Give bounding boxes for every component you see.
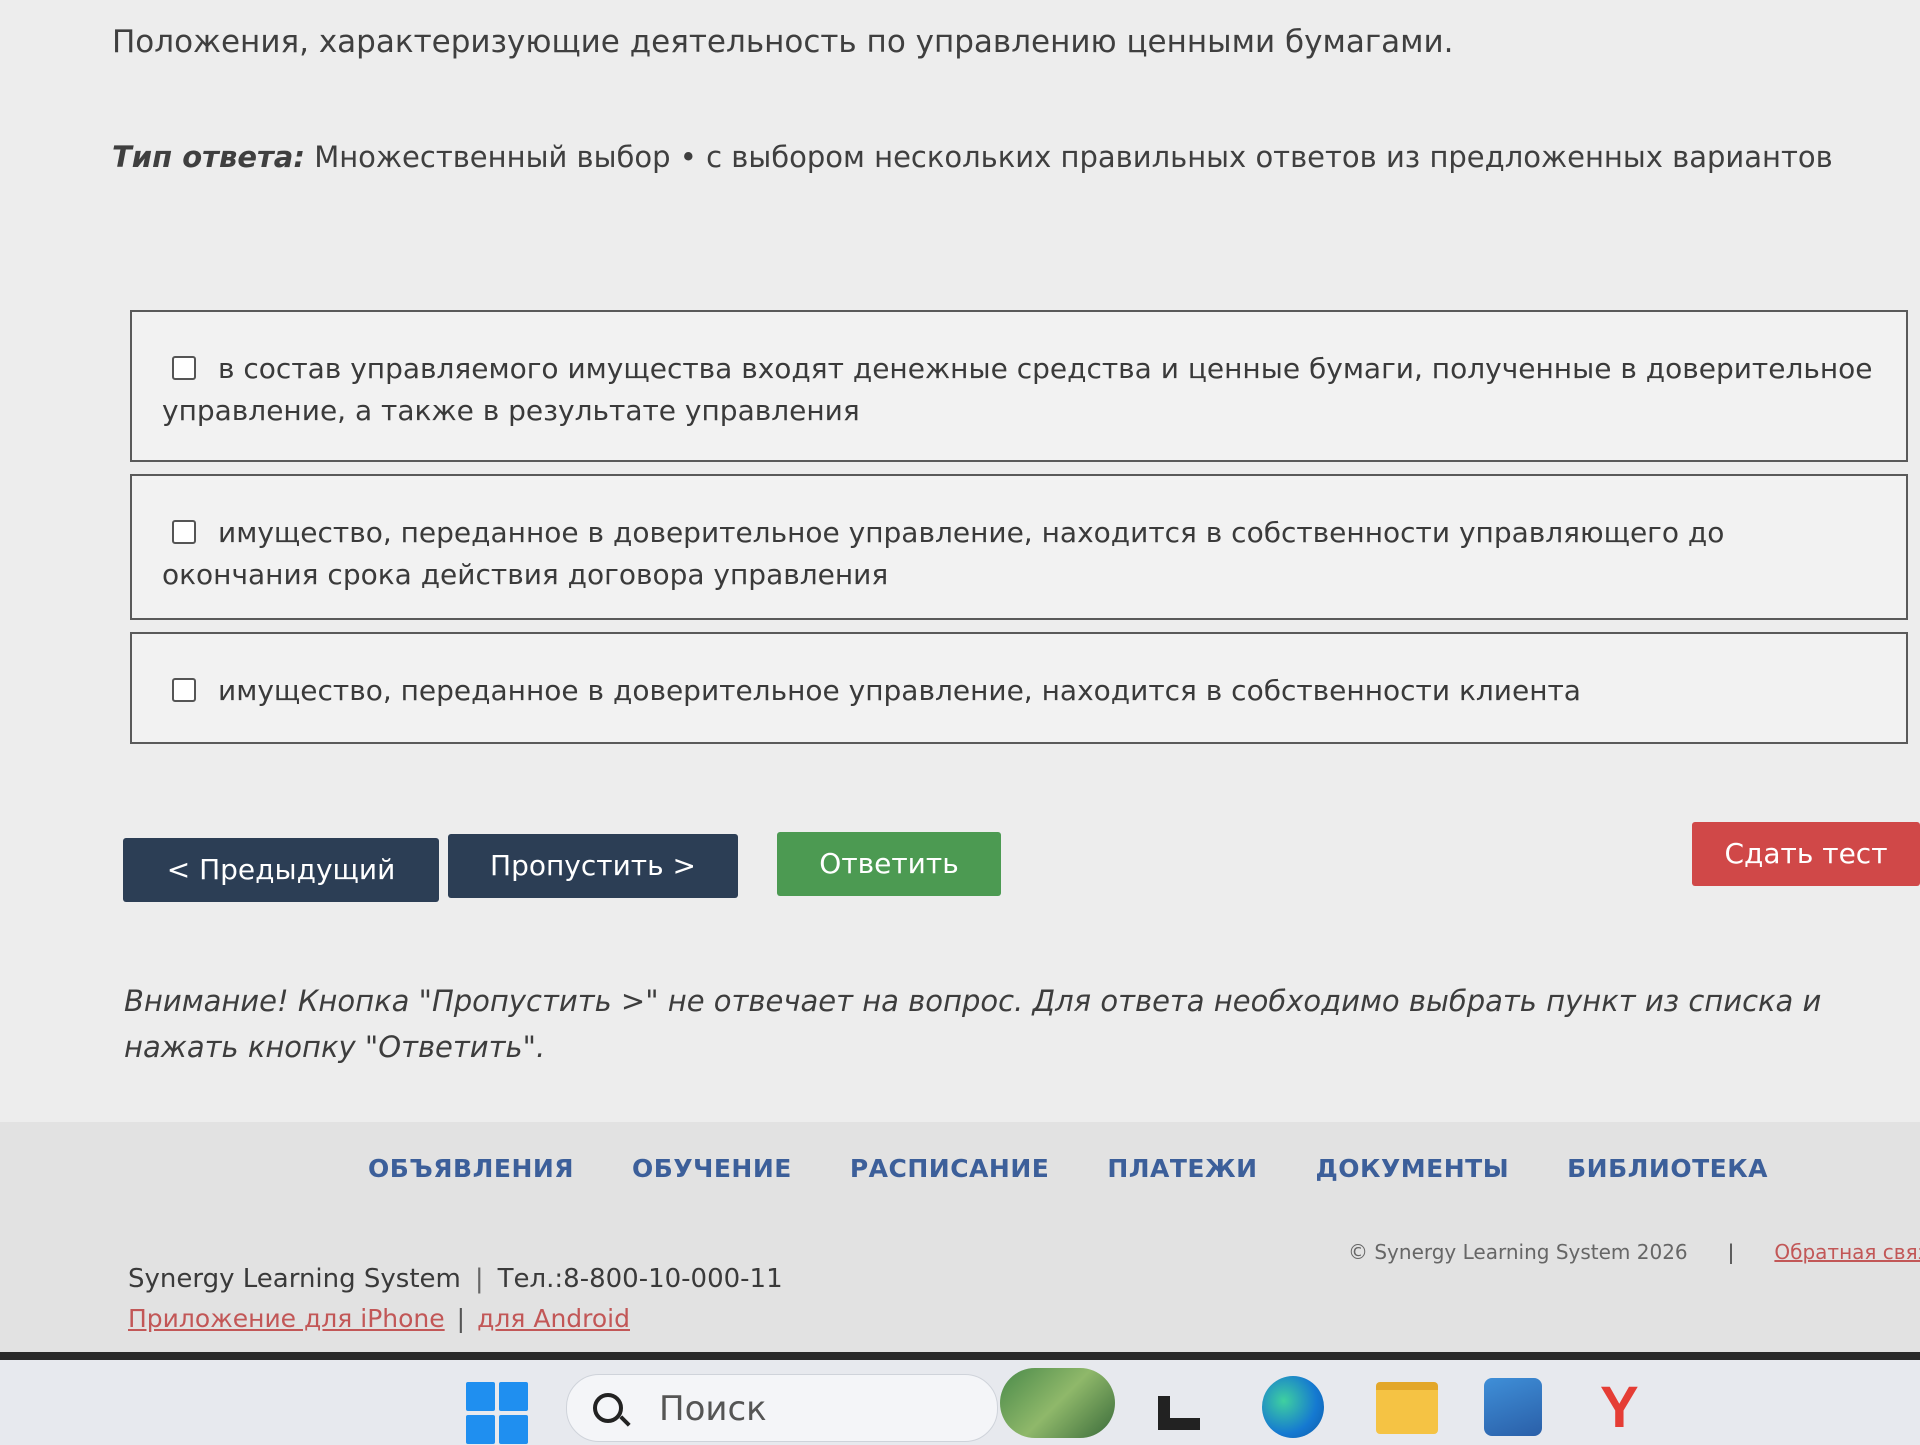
footer-contact: Synergy Learning System | Тел.:8-800-10-00… <box>128 1264 783 1294</box>
option-text-1: в состав управляемого имущества входят д… <box>162 352 1873 427</box>
yandex-browser-icon[interactable]: Y <box>1600 1374 1639 1441</box>
skip-button[interactable]: Пропустить > <box>448 834 738 898</box>
taskbar-search-placeholder: Поиск <box>659 1389 767 1429</box>
answer-button[interactable]: Ответить <box>777 832 1001 896</box>
search-icon <box>593 1393 623 1423</box>
feedback-link[interactable]: Обратная связь <box>1774 1240 1920 1264</box>
footer-link-payments[interactable]: ПЛАТЕЖИ <box>1107 1154 1257 1183</box>
iphone-app-link[interactable]: Приложение для iPhone <box>128 1304 445 1333</box>
footer-link-learning[interactable]: ОБУЧЕНИЕ <box>632 1154 792 1183</box>
screen-bezel-strip <box>0 1352 1920 1360</box>
option-checkbox-2[interactable] <box>172 520 196 544</box>
answer-option-2[interactable]: имущество, переданное в доверительное уп… <box>130 474 1908 620</box>
option-checkbox-1[interactable] <box>172 356 196 380</box>
test-page: Положения, характеризующие деятельность … <box>0 0 1920 1445</box>
widgets-icon[interactable] <box>1000 1368 1115 1438</box>
option-text-2: имущество, переданное в доверительное уп… <box>162 516 1725 591</box>
copyright-separator: | <box>1727 1240 1735 1264</box>
footer-link-documents[interactable]: ДОКУМЕНТЫ <box>1316 1154 1510 1183</box>
submit-test-button[interactable]: Сдать тест <box>1692 822 1920 886</box>
skip-warning: Внимание! Кнопка "Пропустить >" не отвеч… <box>124 984 1822 1064</box>
footer-brand: Synergy Learning System <box>128 1264 461 1294</box>
file-explorer-icon[interactable] <box>1376 1382 1438 1434</box>
answer-type-label: Тип ответа: <box>112 140 305 174</box>
contact-separator: | <box>474 1264 484 1294</box>
answer-option-1[interactable]: в состав управляемого имущества входят д… <box>130 310 1908 462</box>
question-text: Положения, характеризующие деятельность … <box>112 24 1454 60</box>
windows-start-icon[interactable] <box>466 1382 528 1444</box>
footer-phone: Тел.:8-800-10-000-11 <box>497 1264 783 1294</box>
edge-icon[interactable] <box>1262 1376 1324 1438</box>
android-app-link[interactable]: для Android <box>477 1304 630 1333</box>
taskbar-search[interactable]: Поиск <box>566 1374 998 1442</box>
footer-nav: ОБЪЯВЛЕНИЯ ОБУЧЕНИЕ РАСПИСАНИЕ ПЛАТЕЖИ Д… <box>368 1154 1768 1183</box>
footer-link-library[interactable]: БИБЛИОТЕКА <box>1567 1154 1768 1183</box>
option-text-3: имущество, переданное в доверительное уп… <box>218 674 1581 707</box>
footer-link-announcements[interactable]: ОБЪЯВЛЕНИЯ <box>368 1154 574 1183</box>
footer-app-links: Приложение для iPhone | для Android <box>128 1304 630 1333</box>
answer-type-value: Множественный выбор • с выбором нескольк… <box>314 140 1833 174</box>
answer-type: Тип ответа: Множественный выбор • с выбо… <box>112 140 1892 174</box>
task-view-icon[interactable] <box>1158 1396 1200 1430</box>
taskbar: Поиск Y <box>0 1360 1920 1445</box>
footer-link-schedule[interactable]: РАСПИСАНИЕ <box>850 1154 1049 1183</box>
store-icon[interactable] <box>1484 1378 1542 1436</box>
copyright-text: © Synergy Learning System 2026 <box>1348 1240 1688 1264</box>
previous-button[interactable]: < Предыдущий <box>123 838 439 902</box>
footer-copyright: © Synergy Learning System 2026 | Обратная … <box>1348 1240 1920 1264</box>
app-links-separator: | <box>456 1304 466 1333</box>
answer-option-3[interactable]: имущество, переданное в доверительное уп… <box>130 632 1908 744</box>
site-footer: ОБЪЯВЛЕНИЯ ОБУЧЕНИЕ РАСПИСАНИЕ ПЛАТЕЖИ Д… <box>0 1122 1920 1370</box>
option-checkbox-3[interactable] <box>172 678 196 702</box>
